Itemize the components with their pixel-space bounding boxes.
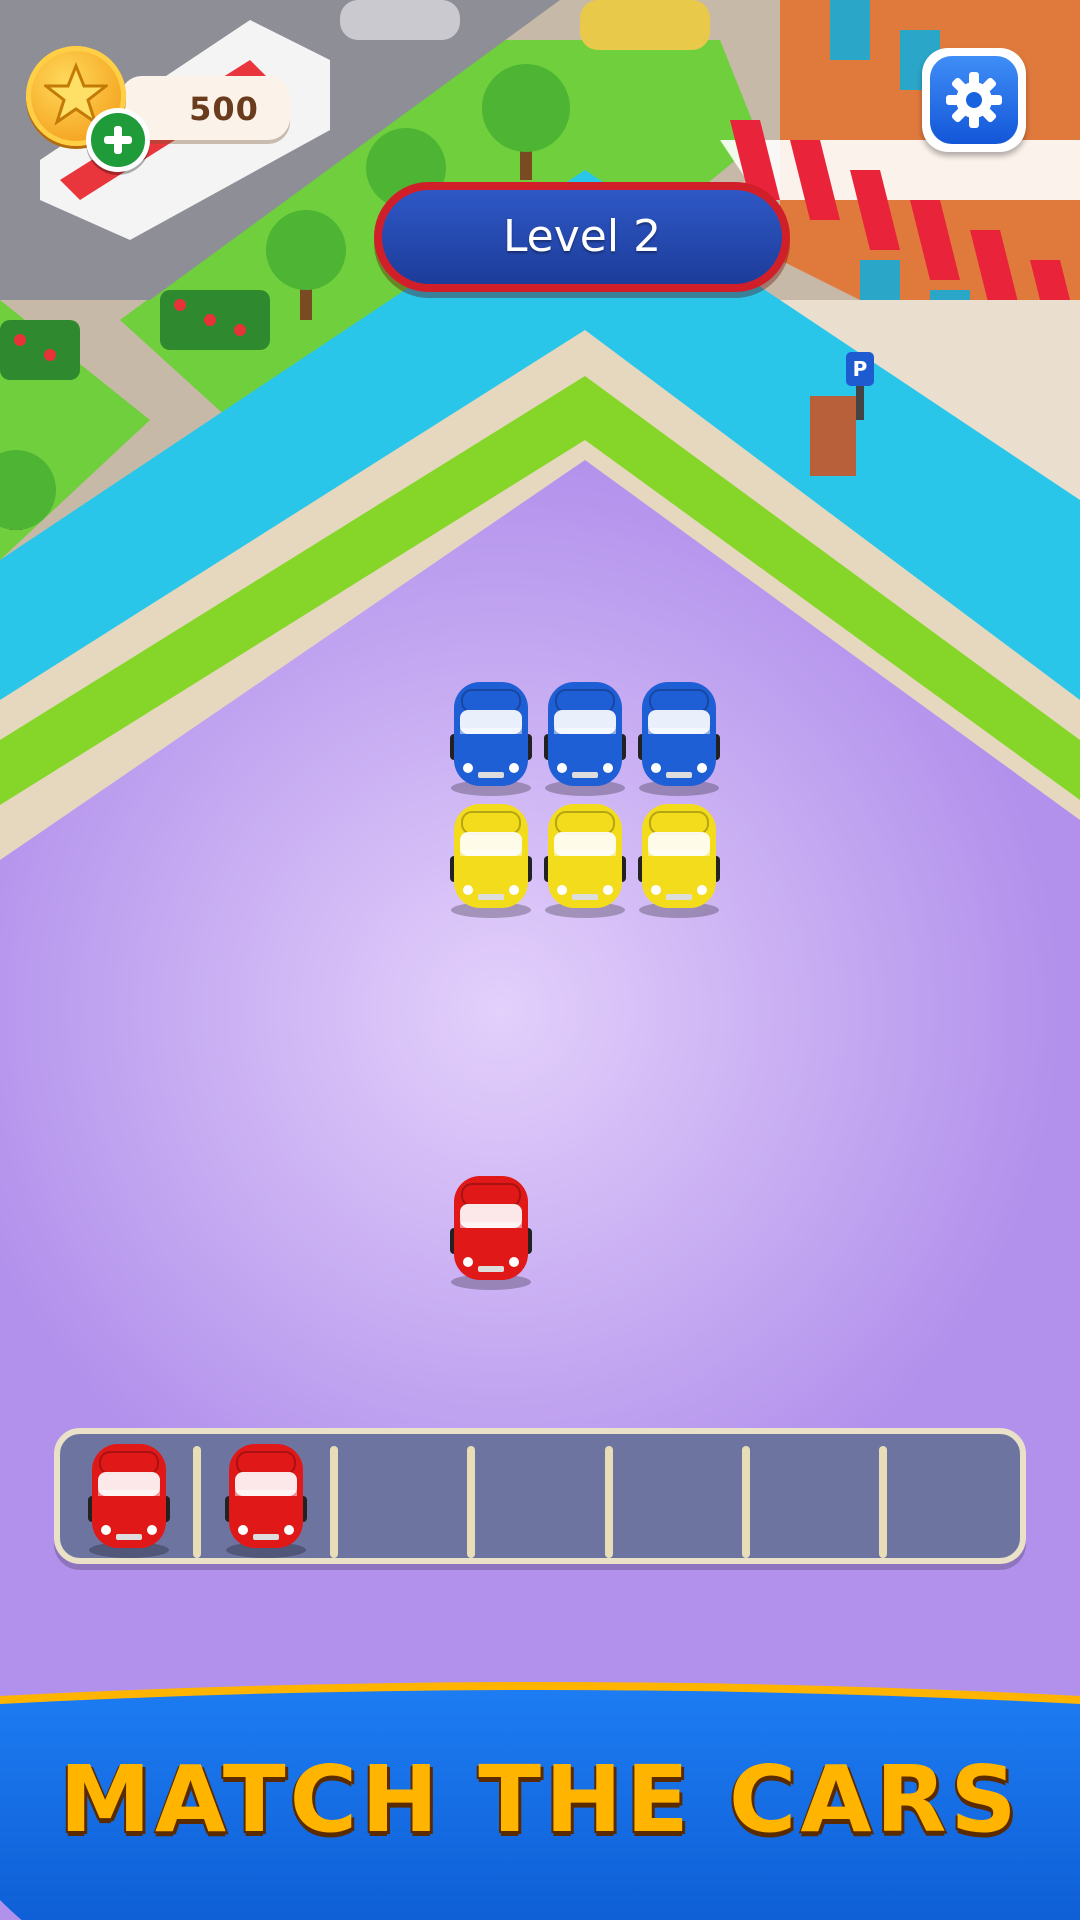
banner-title: MATCH THE CARS — [59, 1746, 1021, 1853]
coin-count: 500 — [189, 90, 259, 128]
slot-divider — [605, 1446, 613, 1558]
slot-red-car — [221, 1438, 311, 1558]
yellow-car[interactable] — [634, 798, 724, 918]
red-car-moving[interactable] — [446, 1170, 536, 1290]
slot-divider — [879, 1446, 887, 1558]
yellow-car[interactable] — [540, 798, 630, 918]
blue-car[interactable] — [540, 676, 630, 796]
yellow-car[interactable] — [446, 798, 536, 918]
slot-divider — [742, 1446, 750, 1558]
slot-divider — [467, 1446, 475, 1558]
slot-divider — [193, 1446, 201, 1558]
gear-icon — [946, 72, 1002, 128]
blue-car[interactable] — [446, 676, 536, 796]
add-coins-button[interactable] — [86, 108, 150, 172]
level-banner: Level 2 — [374, 182, 790, 292]
slot-red-car — [84, 1438, 174, 1558]
svg-text:P: P — [853, 357, 868, 381]
level-label: Level 2 — [502, 211, 662, 262]
slot-divider — [330, 1446, 338, 1558]
car-slot-tray — [54, 1428, 1026, 1564]
settings-button[interactable] — [922, 48, 1026, 152]
plus-icon — [104, 126, 132, 154]
blue-car[interactable] — [634, 676, 724, 796]
